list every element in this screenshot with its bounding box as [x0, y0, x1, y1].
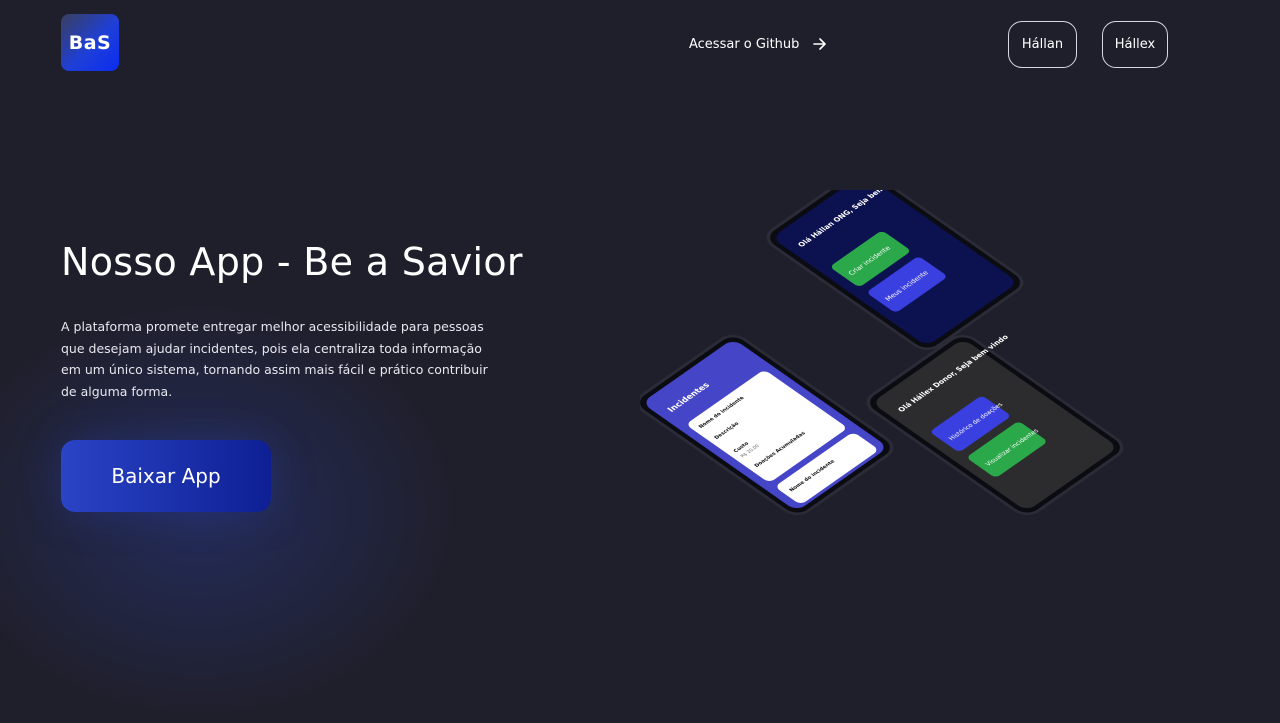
- hallex-button[interactable]: Hállex: [1102, 21, 1168, 68]
- app-mockups-image: Olá Hállan ONG, Seja bem vindo Criar inc…: [640, 190, 1124, 515]
- phone-ong-mockup: Olá Hállan ONG, Seja bem vindo Criar inc…: [766, 190, 1024, 350]
- hero-description: A plataforma promete entregar melhor ace…: [61, 319, 488, 399]
- github-link-label: Acessar o Github: [689, 36, 800, 52]
- download-app-button[interactable]: Baixar App: [61, 440, 271, 512]
- hallan-button[interactable]: Hállan: [1008, 21, 1077, 68]
- hero-title: Nosso App - Be a Savior: [61, 240, 523, 284]
- phone-list-mockup: Incidentes Nome do incidente Descrição C…: [640, 335, 894, 515]
- logo-text: BaS: [68, 31, 112, 54]
- arrow-right-icon: [813, 38, 827, 50]
- app-logo[interactable]: BaS: [61, 14, 119, 71]
- phone-donor-mockup: Olá Hállex Donor, Seja bem vindo Históri…: [866, 333, 1124, 515]
- landing-page: BaS Acessar o Github Hállan Hállex Nosso…: [0, 0, 1280, 723]
- github-link[interactable]: Acessar o Github: [689, 34, 827, 54]
